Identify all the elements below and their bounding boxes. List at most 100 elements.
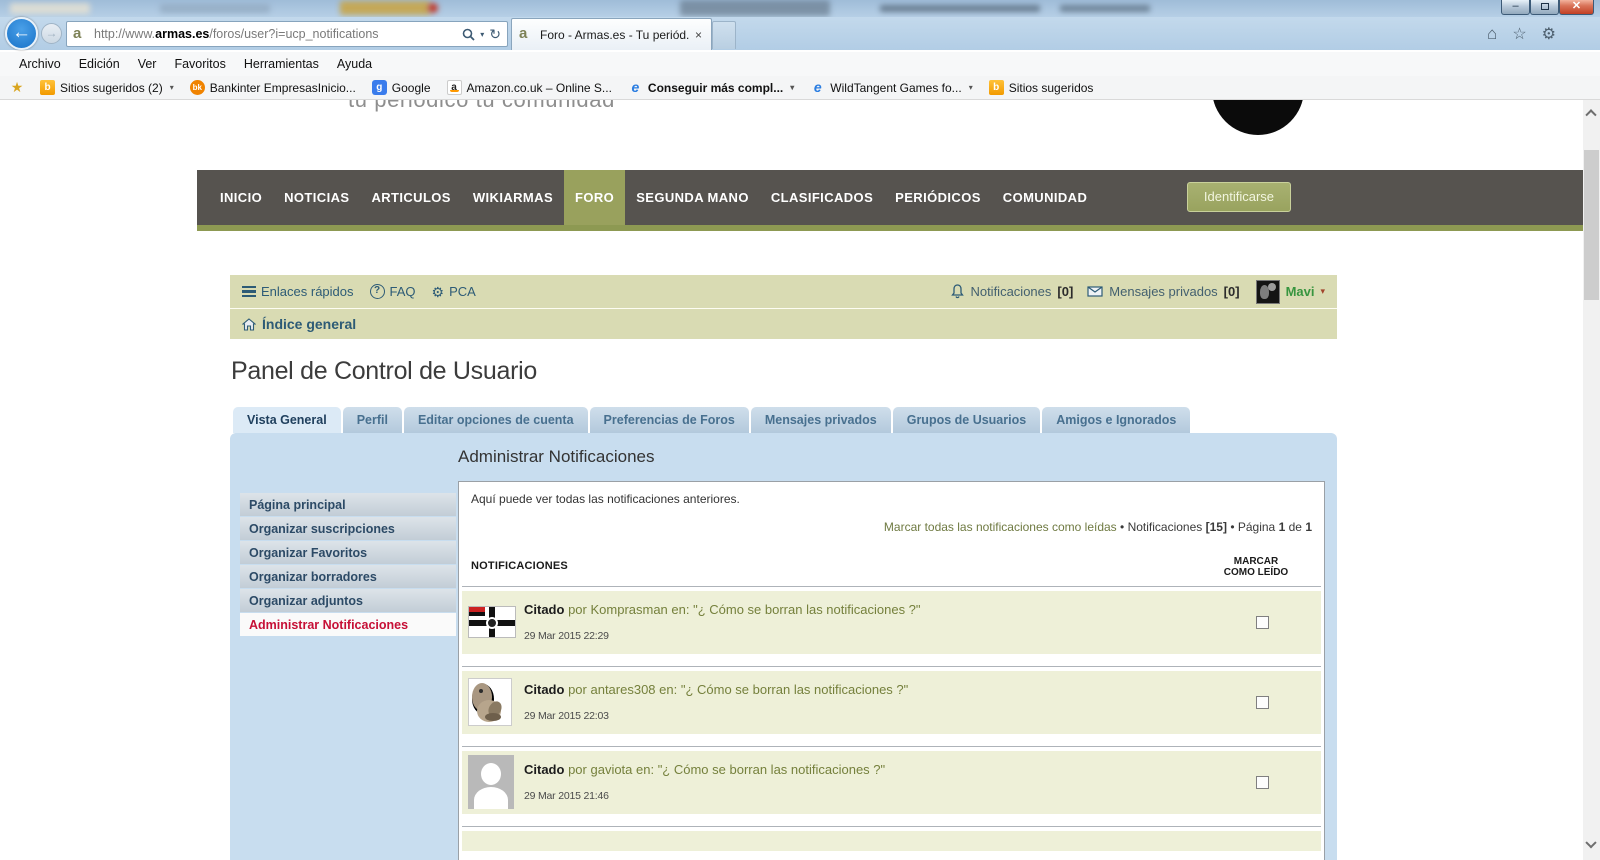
address-bar[interactable]: a http://www.armas.es/foros/user?i=ucp_n…	[66, 21, 508, 47]
notification-row-partial	[462, 826, 1321, 851]
site-tagline-clipped: tu periódico tu comunidad	[348, 100, 768, 112]
chevron-down-icon: ▾	[170, 83, 174, 92]
home-icon[interactable]: ⌂	[1487, 24, 1497, 44]
favorite-amazon[interactable]: aAmazon.co.uk – Online S...	[439, 80, 620, 95]
notification-detail[interactable]: por gaviota en: "¿ Cómo se borran las no…	[568, 762, 885, 777]
amazon-icon: a	[447, 80, 462, 95]
maximize-button[interactable]	[1530, 0, 1559, 15]
mark-read-checkbox[interactable]	[1256, 616, 1269, 629]
add-favorite-icon[interactable]: ★	[6, 79, 28, 96]
sidebar-organizar-favoritos[interactable]: Organizar Favoritos	[240, 541, 456, 564]
menu-archivo[interactable]: Archivo	[10, 57, 70, 71]
private-messages-link[interactable]: Mensajes privados	[1109, 284, 1217, 299]
sidebar-organizar-borradores[interactable]: Organizar borradores	[240, 565, 456, 588]
tab-grupos-usuarios[interactable]: Grupos de Usuarios	[893, 407, 1040, 433]
notifications-count: [0]	[1057, 284, 1073, 299]
background-window-blur	[160, 4, 270, 13]
user-avatar[interactable]	[1256, 280, 1280, 304]
nav-segunda-mano[interactable]: SEGUNDA MANO	[625, 170, 760, 225]
notification-date: 29 Mar 2015 21:46	[524, 790, 609, 802]
settings-gear-icon[interactable]: ⚙	[1542, 24, 1556, 44]
tab-editar-opciones[interactable]: Editar opciones de cuenta	[404, 407, 588, 433]
tab-preferencias-foros[interactable]: Preferencias de Foros	[590, 407, 749, 433]
default-avatar	[468, 755, 514, 809]
bing-icon: b	[40, 80, 55, 95]
menu-favoritos[interactable]: Favoritos	[165, 57, 234, 71]
nav-articulos[interactable]: ARTICULOS	[360, 170, 461, 225]
nav-noticias[interactable]: NOTICIAS	[273, 170, 360, 225]
notification-detail[interactable]: por antares308 en: "¿ Cómo se borran las…	[568, 682, 908, 697]
pca-link[interactable]: ⚙PCA	[432, 284, 476, 299]
favorite-bankinter[interactable]: bkBankinter EmpresasInicio...	[182, 80, 364, 95]
tab-perfil[interactable]: Perfil	[343, 407, 402, 433]
hamburger-icon	[242, 284, 256, 300]
sidebar-administrar-notificaciones-active[interactable]: Administrar Notificaciones	[240, 613, 456, 636]
favorite-sitios-sugeridos-2[interactable]: bSitios sugeridos (2)▾	[32, 80, 182, 95]
forward-button[interactable]: →	[41, 23, 62, 44]
tab-amigos-ignorados[interactable]: Amigos e Ignorados	[1042, 407, 1190, 433]
nav-inicio[interactable]: INICIO	[209, 170, 273, 225]
background-window-title-blur	[1060, 5, 1150, 12]
notification-date: 29 Mar 2015 22:29	[524, 630, 609, 642]
nav-foro-active[interactable]: FORO	[564, 170, 625, 225]
user-dropdown-icon[interactable]: ▾	[1320, 286, 1325, 297]
favorites-bar: ★ bSitios sugeridos (2)▾ bkBankinter Emp…	[0, 76, 1600, 100]
tab-vista-general[interactable]: Vista General	[233, 407, 341, 433]
bing-icon: b	[989, 80, 1004, 95]
notification-action: Citado	[524, 682, 564, 697]
nav-periodicos[interactable]: PERIÓDICOS	[884, 170, 992, 225]
back-button[interactable]: ←	[5, 17, 38, 50]
site-logo	[1212, 100, 1304, 135]
notification-total-label: Notificaciones	[1128, 520, 1203, 534]
search-icon[interactable]	[462, 28, 475, 41]
ucp-panel: Página principal Organizar suscripciones…	[230, 433, 1337, 860]
mark-read-checkbox[interactable]	[1256, 776, 1269, 789]
nav-comunidad[interactable]: COMUNIDAD	[992, 170, 1098, 225]
notifications-link[interactable]: Notificaciones	[970, 284, 1051, 299]
sidebar-pagina-principal[interactable]: Página principal	[240, 493, 456, 516]
mark-all-read-link[interactable]: Marcar todas las notificaciones como leí…	[884, 520, 1117, 534]
nav-clasificados[interactable]: CLASIFICADOS	[760, 170, 884, 225]
identificarse-button[interactable]: Identificarse	[1187, 182, 1291, 212]
username-menu[interactable]: Mavi	[1286, 284, 1315, 299]
minimize-button[interactable]: –	[1501, 0, 1530, 15]
favorites-star-icon[interactable]: ☆	[1512, 24, 1526, 44]
new-tab-button[interactable]	[712, 21, 736, 49]
sidebar-organizar-adjuntos[interactable]: Organizar adjuntos	[240, 589, 456, 612]
url-text[interactable]: http://www.armas.es/foros/user?i=ucp_not…	[94, 27, 462, 41]
mark-read-checkbox[interactable]	[1256, 696, 1269, 709]
envelope-icon	[1087, 286, 1103, 297]
background-window-blur	[10, 3, 90, 14]
menu-edicion[interactable]: Edición	[70, 57, 129, 71]
chevron-down-icon: ▾	[969, 83, 973, 92]
faq-link[interactable]: ?FAQ	[370, 284, 416, 299]
scrollbar-thumb[interactable]	[1584, 150, 1599, 300]
tab-close-icon[interactable]: ×	[693, 28, 704, 42]
favorite-sitios-sugeridos[interactable]: bSitios sugeridos	[981, 80, 1102, 95]
refresh-icon[interactable]: ↻	[489, 26, 501, 43]
scroll-down-icon[interactable]	[1587, 843, 1596, 852]
menu-herramientas[interactable]: Herramientas	[235, 57, 328, 71]
squirrel-avatar	[468, 678, 512, 726]
nav-wikiarmas[interactable]: WIKIARMAS	[462, 170, 564, 225]
quick-links[interactable]: Enlaces rápidos	[242, 284, 354, 300]
scroll-up-icon[interactable]	[1587, 108, 1596, 117]
sidebar-organizar-suscripciones[interactable]: Organizar suscripciones	[240, 517, 456, 540]
search-dropdown-icon[interactable]: ▾	[480, 30, 484, 39]
tab-title: Foro - Armas.es - Tu periód...	[540, 28, 689, 42]
browser-tab[interactable]: a Foro - Armas.es - Tu periód... ×	[511, 18, 712, 50]
menu-ayuda[interactable]: Ayuda	[328, 57, 381, 71]
col-marcar-como-leido: MARCARCOMO LEÍDO	[1216, 556, 1296, 578]
page-scrollbar[interactable]	[1583, 100, 1600, 860]
notification-row: Citado por Komprasman en: "¿ Cómo se bor…	[462, 586, 1321, 654]
close-button[interactable]: ✕	[1559, 0, 1594, 15]
breadcrumb[interactable]: Índice general	[242, 316, 356, 332]
favorite-conseguir-mas[interactable]: eConseguir más compl...▾	[620, 80, 802, 95]
tab-mensajes-privados[interactable]: Mensajes privados	[751, 407, 891, 433]
notification-row: Citado por antares308 en: "¿ Cómo se bor…	[462, 666, 1321, 734]
favorite-wildtangent[interactable]: eWildTangent Games fo...▾	[802, 80, 980, 95]
ie-icon: e	[810, 80, 825, 95]
notification-detail[interactable]: por Komprasman en: "¿ Cómo se borran las…	[568, 602, 920, 617]
favorite-google[interactable]: gGoogle	[364, 80, 439, 95]
menu-ver[interactable]: Ver	[129, 57, 166, 71]
